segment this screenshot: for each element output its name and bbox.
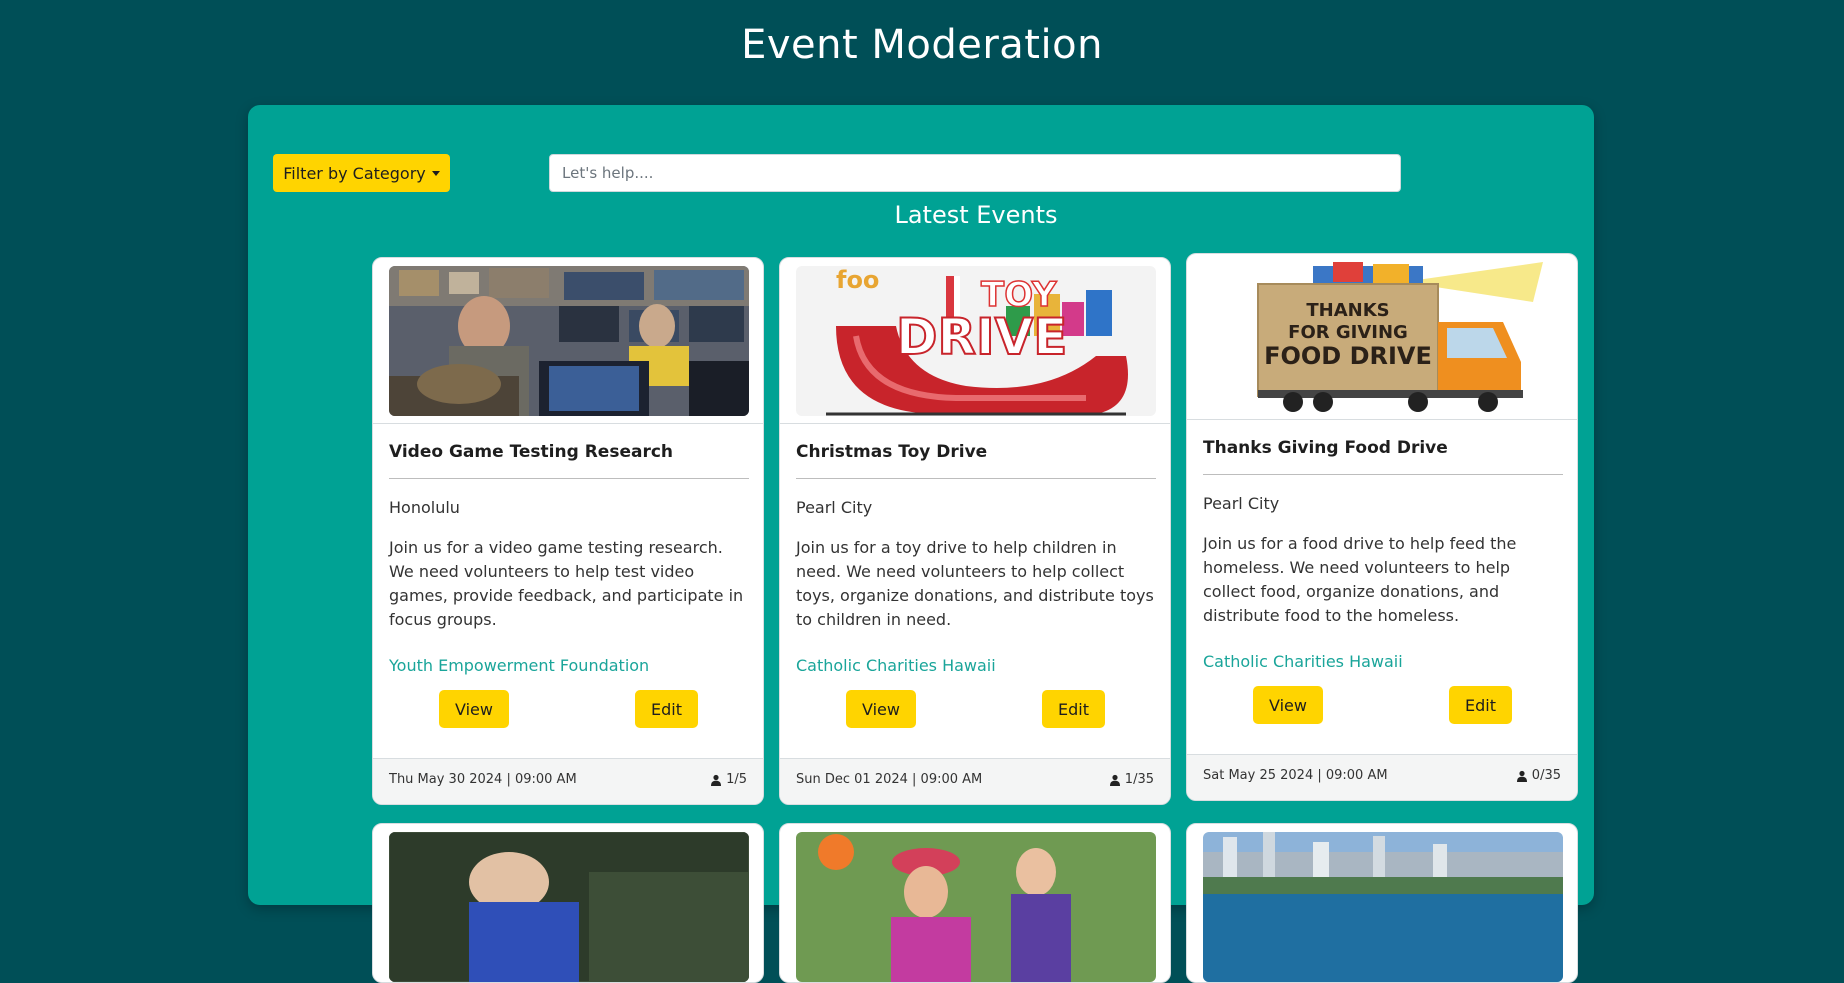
search-input[interactable] <box>549 154 1401 192</box>
image-text-thanks: THANKS <box>1306 300 1389 321</box>
event-image <box>389 266 749 416</box>
image-text-foo: foo <box>836 266 879 294</box>
event-image <box>796 832 1156 982</box>
edit-button[interactable]: Edit <box>635 690 698 728</box>
volunteer-count-value: 0/35 <box>1531 768 1561 783</box>
event-card <box>779 823 1171 983</box>
event-date: Thu May 30 2024 | 09:00 AM <box>389 772 577 787</box>
filter-category-label: Filter by Category <box>283 163 426 183</box>
event-footer: Thu May 30 2024 | 09:00 AM 1/5 <box>373 758 763 804</box>
view-button[interactable]: View <box>1253 686 1323 724</box>
event-card-christmas-toy-drive: foo TOY DRIVE Christmas Toy Drive Pearl … <box>779 257 1171 805</box>
volunteer-count-value: 1/35 <box>1124 772 1154 787</box>
view-button[interactable]: View <box>846 690 916 728</box>
person-icon <box>1516 770 1527 782</box>
volunteer-count: 1/35 <box>1109 772 1154 787</box>
event-card-thanksgiving-food-drive: THANKS FOR GIVING FOOD DRIVE Thanks Givi… <box>1186 253 1578 801</box>
event-footer: Sat May 25 2024 | 09:00 AM 0/35 <box>1187 754 1577 800</box>
event-image: THANKS FOR GIVING FOOD DRIVE <box>1203 262 1563 412</box>
events-panel: Filter by Category Latest Events <box>248 105 1594 983</box>
edit-button[interactable]: Edit <box>1042 690 1105 728</box>
event-location: Honolulu <box>389 498 460 517</box>
image-text-for-giving: FOR GIVING <box>1288 322 1408 343</box>
event-date: Sat May 25 2024 | 09:00 AM <box>1203 768 1388 783</box>
event-footer: Sun Dec 01 2024 | 09:00 AM 1/35 <box>780 758 1170 804</box>
volunteer-count: 0/35 <box>1516 768 1561 783</box>
event-description: Join us for a video game testing researc… <box>389 538 744 629</box>
event-organization-link[interactable]: Youth Empowerment Foundation <box>389 656 649 675</box>
event-description: Join us for a food drive to help feed th… <box>1203 534 1517 625</box>
event-card-video-game-testing: Video Game Testing Research Honolulu Joi… <box>372 257 764 805</box>
event-organization-link[interactable]: Catholic Charities Hawaii <box>1203 652 1403 671</box>
event-image: foo TOY DRIVE <box>796 266 1156 416</box>
event-description: Join us for a toy drive to help children… <box>796 538 1154 629</box>
event-card <box>372 823 764 983</box>
event-date: Sun Dec 01 2024 | 09:00 AM <box>796 772 983 787</box>
image-text-food-drive: FOOD DRIVE <box>1264 342 1432 370</box>
view-button[interactable]: View <box>439 690 509 728</box>
event-title: Thanks Giving Food Drive <box>1203 438 1448 458</box>
event-organization-link[interactable]: Catholic Charities Hawaii <box>796 656 996 675</box>
edit-button[interactable]: Edit <box>1449 686 1512 724</box>
event-location: Pearl City <box>796 498 873 517</box>
event-image <box>389 832 749 982</box>
image-text-drive: DRIVE <box>896 308 1067 366</box>
event-location: Pearl City <box>1203 494 1280 513</box>
caret-down-icon <box>431 170 440 176</box>
event-image <box>1203 832 1563 982</box>
section-title: Latest Events <box>894 201 1058 229</box>
event-card <box>1186 823 1578 983</box>
volunteer-count: 1/5 <box>710 772 747 787</box>
event-title: Video Game Testing Research <box>389 442 674 462</box>
event-title: Christmas Toy Drive <box>796 442 988 462</box>
filter-category-dropdown[interactable]: Filter by Category <box>273 154 450 192</box>
person-icon <box>1109 774 1120 786</box>
volunteer-count-value: 1/5 <box>726 772 747 787</box>
person-icon <box>711 774 722 786</box>
page-title: Event Moderation <box>741 22 1103 68</box>
